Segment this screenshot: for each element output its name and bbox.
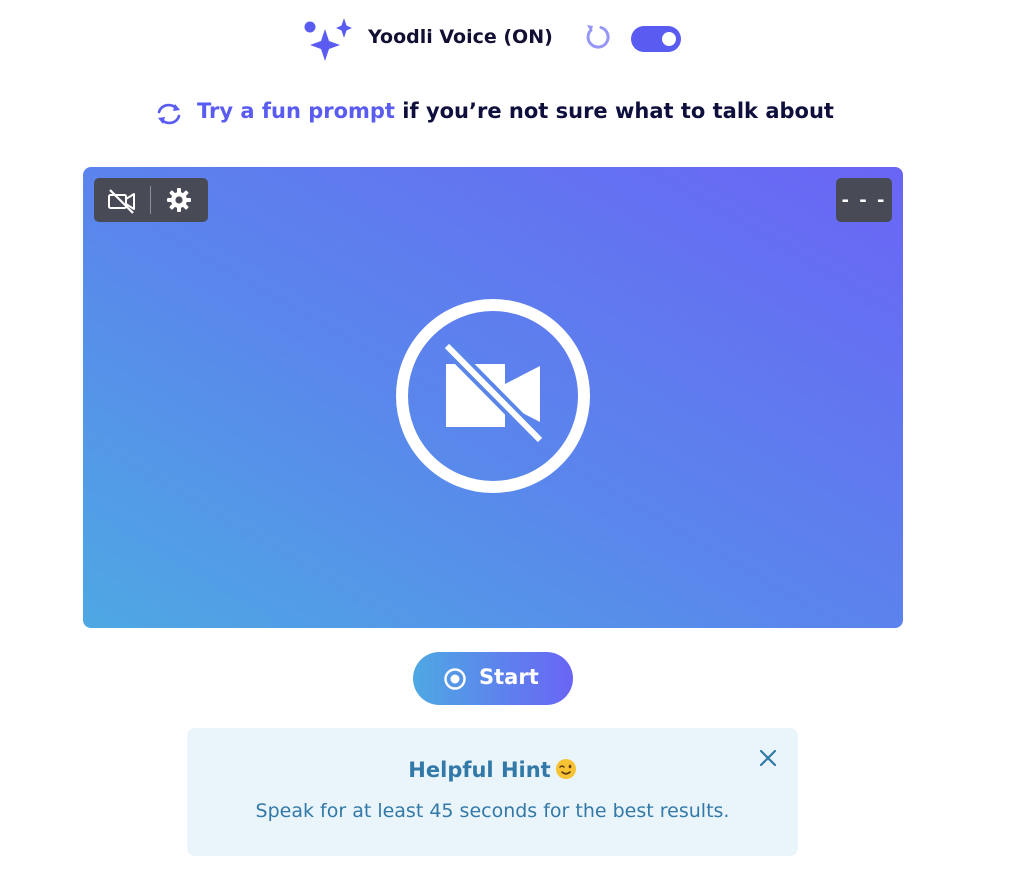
winking-face-icon (555, 759, 576, 779)
fun-prompt-link[interactable]: Try a fun prompt (197, 99, 395, 123)
hint-body: Speak for at least 45 seconds for the be… (255, 800, 730, 822)
refresh-icon[interactable] (154, 101, 184, 127)
start-button[interactable]: Start (413, 652, 573, 705)
camera-off-circle-icon (396, 299, 590, 493)
prompt-rest-text: if you’re not sure what to talk about (394, 99, 834, 123)
prompt-row: Try a fun prompt if you’re not sure what… (0, 96, 1024, 132)
camera-preview: - - - (83, 167, 903, 628)
camera-controls (94, 178, 208, 222)
record-icon (444, 668, 466, 690)
voice-header: Yoodli Voice (ON) (0, 14, 1024, 64)
voice-label: Yoodli Voice (ON) (368, 26, 553, 48)
gear-icon[interactable] (166, 187, 192, 213)
toggle-knob (662, 32, 676, 46)
start-label: Start (479, 665, 539, 689)
hint-box: Helpful Hint Speak for at least 45 secon… (187, 728, 798, 856)
close-icon[interactable] (758, 748, 778, 768)
reset-icon[interactable] (582, 22, 612, 52)
sparkles-icon (304, 18, 352, 61)
divider (150, 186, 151, 214)
camera-off-icon[interactable] (106, 188, 138, 214)
hint-title: Helpful Hint (187, 758, 798, 782)
timer-badge: - - - (836, 178, 892, 222)
prompt-text: Try a fun prompt if you’re not sure what… (197, 99, 834, 123)
hint-title-text: Helpful Hint (408, 758, 551, 782)
voice-toggle[interactable] (631, 26, 681, 52)
